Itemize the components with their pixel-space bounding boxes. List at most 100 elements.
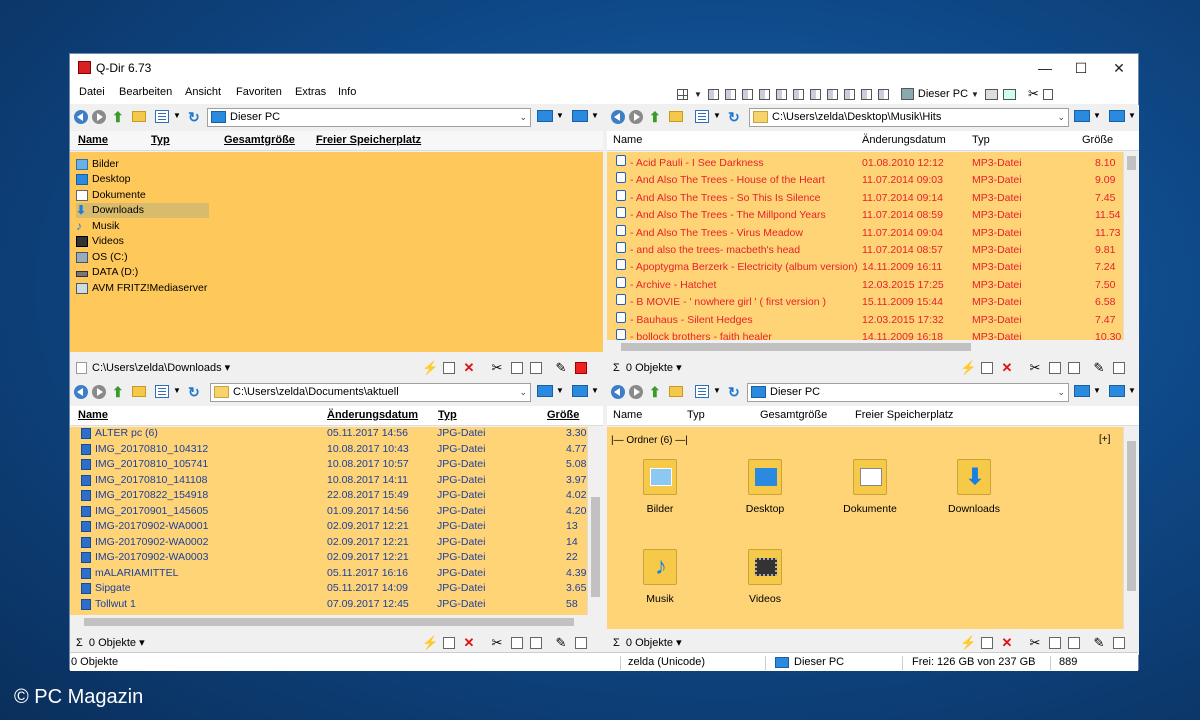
monitor-icon[interactable] [537, 110, 553, 122]
computer-label[interactable]: Dieser PC [918, 88, 968, 100]
table-row[interactable]: Sipgate 05.11.2017 14:09 JPG-Datei 3.65 [70, 581, 587, 597]
layout-icon[interactable] [707, 88, 719, 100]
list-item[interactable]: AVM FRITZ!Mediaserver [76, 281, 207, 296]
file-list[interactable]: - Acid Pauli - I See Darkness 01.08.2010 … [607, 152, 1123, 340]
folder-item[interactable]: Videos [725, 549, 805, 605]
paste-icon[interactable] [1068, 362, 1080, 374]
view-mode-icon[interactable] [155, 110, 169, 123]
mail-icon[interactable] [443, 637, 455, 649]
active-pane-icon[interactable] [575, 362, 587, 374]
view-mode-icon[interactable] [155, 385, 169, 398]
properties-icon[interactable]: ✎ [1092, 636, 1106, 650]
chevron-down-icon[interactable]: ▼ [173, 386, 181, 395]
folder-item[interactable]: Bilder [620, 459, 700, 515]
menu-extras[interactable]: Extras [295, 86, 326, 98]
refresh-icon[interactable]: ↻ [188, 384, 200, 401]
new-folder-icon[interactable] [669, 386, 683, 397]
printer-icon[interactable] [984, 88, 998, 100]
screenshot-icon[interactable] [1002, 88, 1016, 100]
header-free-space[interactable]: Freier Speicherplatz [316, 134, 421, 146]
table-row[interactable]: - Archive - Hatchet 12.03.2015 17:25 MP3-D… [607, 276, 1123, 294]
table-row[interactable]: IMG-20170902-WA0003 02.09.2017 12:21 JPG-D… [70, 550, 587, 566]
chevron-down-icon[interactable]: ▼ [694, 90, 702, 99]
cut-icon[interactable]: ✂ [490, 636, 504, 650]
address-bar[interactable]: Dieser PC ⌄ [747, 383, 1069, 402]
chevron-down-icon[interactable]: ▼ [556, 111, 564, 120]
chevron-down-icon[interactable]: ▼ [173, 111, 181, 120]
horizontal-scrollbar[interactable] [607, 340, 1139, 354]
new-folder-icon[interactable] [132, 111, 146, 122]
properties-icon[interactable]: ✎ [554, 636, 568, 650]
table-row[interactable]: Tollwut 1 07.09.2017 12:45 JPG-Datei 58 [70, 597, 587, 613]
copy-icon[interactable] [1049, 637, 1061, 649]
file-list[interactable]: Bilder Desktop Dokumente ⬇ Downloads ♪ Mus… [70, 152, 603, 352]
refresh-icon[interactable]: ↻ [728, 109, 740, 126]
chevron-down-icon[interactable]: ▼ [1093, 386, 1101, 395]
header-type[interactable]: Typ [687, 409, 705, 421]
status-count[interactable]: Σ 0 Objekte ▾ [76, 636, 145, 649]
back-icon[interactable] [74, 110, 88, 124]
chevron-down-icon[interactable]: ▼ [1128, 111, 1136, 120]
header-type[interactable]: Typ [972, 134, 990, 146]
cut-icon[interactable]: ✂ [1028, 636, 1042, 650]
chevron-down-icon[interactable]: ▼ [713, 111, 721, 120]
layout-icon[interactable] [843, 88, 855, 100]
table-row[interactable]: IMG_20170810_104312 10.08.2017 10:43 JPG-D… [70, 442, 587, 458]
header-name[interactable]: Name [78, 409, 108, 421]
scrollbar-thumb[interactable] [1127, 441, 1136, 591]
new-folder-icon[interactable] [132, 386, 146, 397]
address-bar[interactable]: Dieser PC ⌄ [207, 108, 531, 127]
back-icon[interactable] [74, 385, 88, 399]
chevron-down-icon[interactable]: ▼ [1093, 111, 1101, 120]
table-row[interactable]: IMG_20170810_141108 10.08.2017 14:11 JPG-D… [70, 473, 587, 489]
table-row[interactable]: - Acid Pauli - I See Darkness 01.08.2010 … [607, 155, 1123, 172]
close-button[interactable]: ✕ [1100, 54, 1138, 82]
table-row[interactable]: IMG-20170902-WA0001 02.09.2017 12:21 JPG-D… [70, 519, 587, 535]
table-row[interactable]: IMG-20170902-WA0002 02.09.2017 12:21 JPG-D… [70, 535, 587, 551]
quad-layout-icon[interactable] [677, 88, 688, 100]
refresh-icon[interactable]: ↻ [188, 109, 200, 126]
chevron-down-icon[interactable]: ⌄ [519, 384, 527, 401]
menu-ansicht[interactable]: Ansicht [185, 86, 221, 98]
monitor-icon[interactable] [1109, 110, 1125, 122]
chevron-down-icon[interactable]: ⌄ [519, 109, 527, 126]
window-icon[interactable] [1042, 88, 1053, 100]
vertical-scrollbar[interactable] [1123, 427, 1139, 629]
cut-icon[interactable]: ✂ [490, 361, 504, 375]
properties-icon[interactable]: ✎ [554, 361, 568, 375]
list-item[interactable]: ♪ Musik [76, 219, 119, 234]
table-row[interactable]: - Bauhaus - Silent Hedges 12.03.2015 17:3… [607, 311, 1123, 329]
tools-icon[interactable]: ✂ [1028, 86, 1039, 102]
table-row[interactable]: - And Also The Trees - House of the Hear… [607, 172, 1123, 189]
horizontal-scrollbar[interactable] [70, 615, 603, 629]
up-arrow-icon[interactable]: ⬆ [112, 110, 126, 124]
header-date[interactable]: Änderungsdatum [862, 134, 946, 146]
folder-item[interactable]: Desktop [725, 459, 805, 515]
list-item[interactable]: ⬇ Downloads [76, 203, 209, 218]
scrollbar-thumb[interactable] [591, 497, 600, 597]
address-bar[interactable]: C:\Users\zelda\Desktop\Musik\Hits ⌄ [749, 108, 1069, 127]
back-icon[interactable] [611, 110, 625, 124]
paste-icon[interactable] [530, 362, 542, 374]
folder-item[interactable]: ⬇ Downloads [934, 459, 1014, 515]
refresh-icon[interactable]: ↻ [728, 384, 740, 401]
layout-icon[interactable] [792, 88, 804, 100]
scrollbar-thumb[interactable] [1127, 156, 1136, 170]
menu-bearbeiten[interactable]: Bearbeiten [119, 86, 172, 98]
list-item[interactable]: DATA (D:) [76, 265, 138, 280]
monitor-icon[interactable] [1109, 385, 1125, 397]
mail-icon[interactable] [981, 637, 993, 649]
group-toggle[interactable]: [+] [1099, 434, 1110, 445]
lightning-icon[interactable]: ⚡ [960, 361, 976, 375]
delete-icon[interactable]: ✕ [462, 636, 476, 650]
list-item[interactable]: Dokumente [76, 188, 146, 203]
status-count[interactable]: Σ 0 Objekte ▾ [613, 636, 682, 649]
copy-icon[interactable] [511, 362, 523, 374]
header-size[interactable]: Größe [1082, 134, 1113, 146]
layout-icon[interactable] [758, 88, 770, 100]
header-type[interactable]: Typ [151, 134, 170, 146]
list-item[interactable]: Videos [76, 234, 124, 249]
table-row[interactable]: - bollock brothers - faith healer 14.11.2… [607, 329, 1123, 340]
scrollbar-thumb[interactable] [84, 618, 574, 626]
lightning-icon[interactable]: ⚡ [422, 636, 438, 650]
